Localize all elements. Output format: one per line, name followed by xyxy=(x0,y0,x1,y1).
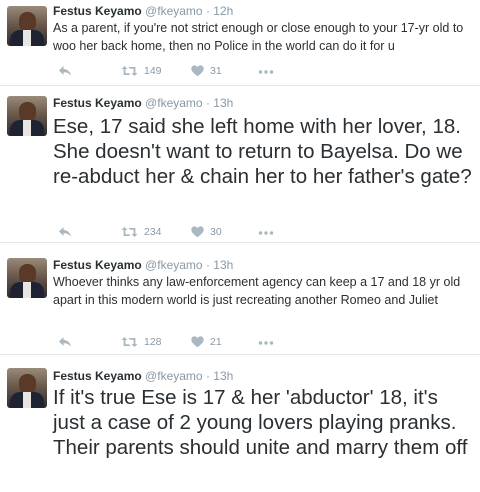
timestamp[interactable]: 13h xyxy=(213,96,233,110)
retweet-icon xyxy=(121,337,138,347)
timestamp[interactable]: 13h xyxy=(213,258,233,272)
like-count: 31 xyxy=(210,65,222,77)
more-icon xyxy=(258,231,274,235)
author-name[interactable]: Festus Keyamo xyxy=(53,96,142,110)
avatar[interactable] xyxy=(7,96,47,136)
author-name[interactable]: Festus Keyamo xyxy=(53,369,142,383)
reply-button[interactable] xyxy=(58,225,72,239)
author-handle[interactable]: @fkeyamo xyxy=(145,258,203,272)
separator: · xyxy=(205,4,210,18)
avatar[interactable] xyxy=(7,258,47,298)
like-count: 30 xyxy=(210,226,222,238)
reply-button[interactable] xyxy=(58,64,72,78)
tweet-header: Festus Keyamo @fkeyamo · 13h xyxy=(53,258,233,272)
like-button[interactable]: 21 xyxy=(191,335,222,349)
tweet-header: Festus Keyamo @fkeyamo · 13h xyxy=(53,369,233,383)
retweet-count: 149 xyxy=(144,65,162,77)
retweet-icon xyxy=(121,227,138,237)
retweet-count: 128 xyxy=(144,336,162,348)
reply-button[interactable] xyxy=(58,335,72,349)
tweet[interactable]: Festus Keyamo @fkeyamo · 13h If it's tru… xyxy=(0,356,480,492)
like-button[interactable]: 31 xyxy=(191,64,222,78)
more-icon xyxy=(258,70,274,74)
reply-icon xyxy=(59,337,71,347)
tweet-text: Whoever thinks any law-enforcement agenc… xyxy=(53,275,461,307)
retweet-count: 234 xyxy=(144,226,162,238)
author-handle[interactable]: @fkeyamo xyxy=(145,4,203,18)
author-name[interactable]: Festus Keyamo xyxy=(53,4,142,18)
heart-icon xyxy=(191,226,204,238)
more-button[interactable] xyxy=(258,64,274,78)
tweet[interactable]: Festus Keyamo @fkeyamo · 13h Whoever thi… xyxy=(0,244,480,355)
more-button[interactable] xyxy=(258,225,274,239)
tweet[interactable]: Festus Keyamo @fkeyamo · 13h Ese, 17 sai… xyxy=(0,87,480,243)
heart-icon xyxy=(191,336,204,348)
author-name[interactable]: Festus Keyamo xyxy=(53,258,142,272)
reply-icon xyxy=(59,227,71,237)
avatar[interactable] xyxy=(7,6,47,46)
tweet-header: Festus Keyamo @fkeyamo · 12h xyxy=(53,4,233,18)
timestamp[interactable]: 12h xyxy=(213,4,233,18)
more-button[interactable] xyxy=(258,335,274,349)
retweet-button[interactable]: 234 xyxy=(121,225,162,239)
tweet-text: Ese, 17 said she left home with her love… xyxy=(53,115,472,188)
tweet-text: As a parent, if you're not strict enough… xyxy=(53,21,464,53)
separator: · xyxy=(205,96,210,110)
tweet-text: If it's true Ese is 17 & her 'abductor' … xyxy=(53,386,468,459)
separator: · xyxy=(205,258,210,272)
separator: · xyxy=(205,369,210,383)
like-count: 21 xyxy=(210,336,222,348)
tweet-header: Festus Keyamo @fkeyamo · 13h xyxy=(53,96,233,110)
tweet[interactable]: Festus Keyamo @fkeyamo · 12h As a parent… xyxy=(0,0,480,86)
retweet-button[interactable]: 128 xyxy=(121,335,162,349)
reply-icon xyxy=(59,66,71,76)
retweet-icon xyxy=(121,66,138,76)
heart-icon xyxy=(191,65,204,77)
like-button[interactable]: 30 xyxy=(191,225,222,239)
timestamp[interactable]: 13h xyxy=(213,369,233,383)
author-handle[interactable]: @fkeyamo xyxy=(145,96,203,110)
more-icon xyxy=(258,341,274,345)
avatar[interactable] xyxy=(7,368,47,408)
retweet-button[interactable]: 149 xyxy=(121,64,162,78)
author-handle[interactable]: @fkeyamo xyxy=(145,369,203,383)
